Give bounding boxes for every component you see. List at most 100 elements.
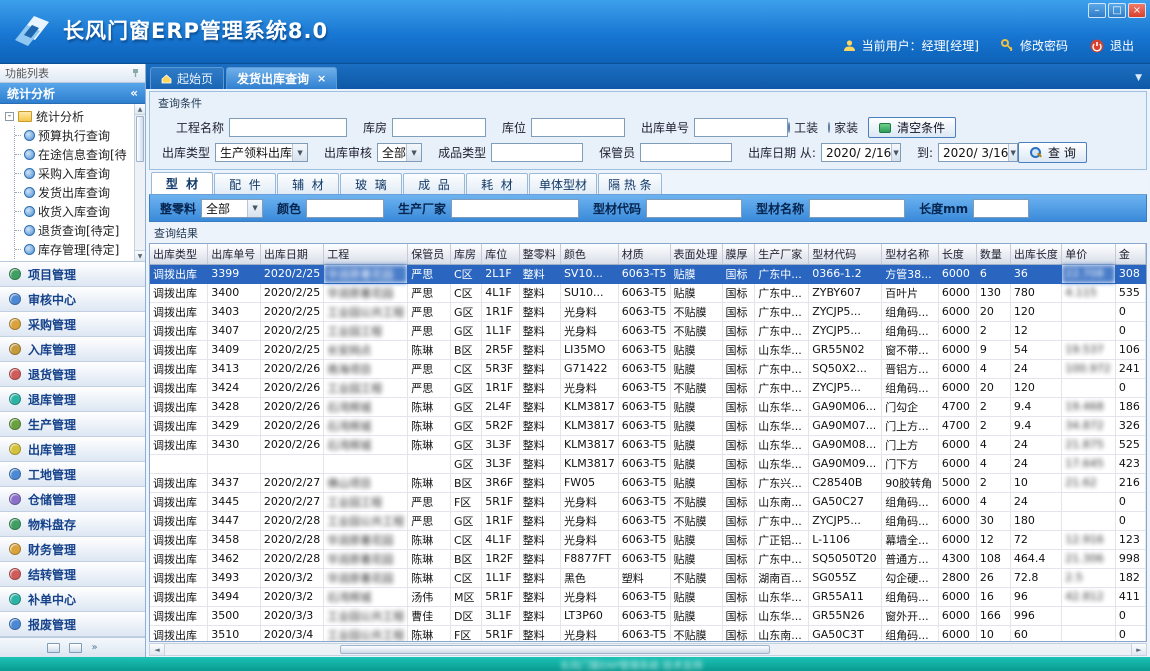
table-row[interactable]: 调拨出库34002020/2/25华润原著花园严思C区4L1F整料SU10...… xyxy=(150,283,1146,302)
sidebar-accordion-item[interactable]: 工地管理 xyxy=(0,462,145,487)
tree-item[interactable]: 预算执行查询 xyxy=(15,126,132,145)
table-row[interactable]: 调拨出库34032020/2/25工业园公共工程严思G区1R1F整料光身料606… xyxy=(150,302,1146,321)
warehouse-input[interactable] xyxy=(392,118,486,137)
tree-item[interactable]: 库存管理[待定] xyxy=(15,240,132,259)
location-input[interactable] xyxy=(531,118,625,137)
scroll-left-icon[interactable]: ◄ xyxy=(150,644,165,655)
expand-more-icon[interactable]: » xyxy=(91,642,97,653)
search-button[interactable]: 查 询 xyxy=(1018,142,1087,163)
table-row[interactable]: 调拨出库34472020/2/28工业园公共工程严思G区1R1F整料光身料606… xyxy=(150,511,1146,530)
table-row[interactable]: 调拨出库34292020/2/26石湾辉城陈琳G区5R2F整料KLM381760… xyxy=(150,416,1146,435)
scroll-down-icon[interactable]: ▼ xyxy=(135,250,145,261)
table-row[interactable]: 调拨出库34942020/3/2石湾辉城汤伟M区5R1F整料光身料6063-T5… xyxy=(150,587,1146,606)
out-type-select[interactable]: 生产领料出库 ▼ xyxy=(215,143,308,162)
monitor-icon[interactable] xyxy=(47,643,60,653)
tab-shipping-outbound-query[interactable]: 发货出库查询 × xyxy=(226,67,337,89)
radio-gongzhuang[interactable] xyxy=(788,122,790,133)
tree-item[interactable]: 在途信息查询[待 xyxy=(15,145,132,164)
sidebar-section-header[interactable]: 统计分析 « xyxy=(0,83,145,104)
profile-name-input[interactable] xyxy=(809,199,905,218)
column-header[interactable]: 保管员 xyxy=(408,244,451,264)
material-tab[interactable]: 配 件 xyxy=(214,173,276,194)
column-header[interactable]: 颜色 xyxy=(560,244,618,264)
column-header[interactable]: 数量 xyxy=(976,244,1010,264)
tab-close-icon[interactable]: × xyxy=(317,72,326,85)
sidebar-accordion-item[interactable]: 出库管理 xyxy=(0,437,145,462)
column-header[interactable]: 单价 xyxy=(1062,244,1116,264)
sidebar-accordion-item[interactable]: 采购管理 xyxy=(0,312,145,337)
minimize-button[interactable]: – xyxy=(1088,3,1106,18)
sidebar-accordion-item[interactable]: 物料盘存 xyxy=(0,512,145,537)
tree-item[interactable]: 收货入库查询 xyxy=(15,202,132,221)
tree-collapse-icon[interactable]: - xyxy=(5,112,14,121)
column-header[interactable]: 膜厚 xyxy=(722,244,755,264)
radio-jiazhuang[interactable] xyxy=(828,122,830,133)
column-header[interactable]: 库房 xyxy=(450,244,481,264)
tree-item[interactable]: 退货查询[待定] xyxy=(15,221,132,240)
table-row[interactable]: 调拨出库34582020/2/28华润原著花园陈琳C区4L1F整料光身料6063… xyxy=(150,530,1146,549)
scroll-right-icon[interactable]: ► xyxy=(1131,644,1146,655)
column-header[interactable]: 金 xyxy=(1115,244,1145,264)
pin-icon[interactable] xyxy=(131,68,140,78)
column-header[interactable]: 出库单号 xyxy=(208,244,261,264)
column-header[interactable]: 生产厂家 xyxy=(755,244,809,264)
column-header[interactable]: 型材代码 xyxy=(809,244,882,264)
table-row[interactable]: 调拨出库34452020/2/27工业园工程严思F区5R1F整料光身料6063-… xyxy=(150,492,1146,511)
order-no-input[interactable] xyxy=(694,118,788,137)
sidebar-accordion-item[interactable]: 报废管理 xyxy=(0,612,145,637)
horizontal-scrollbar[interactable]: ◄ ► xyxy=(149,643,1147,656)
close-button[interactable]: × xyxy=(1128,3,1146,18)
column-header[interactable]: 出库长度 xyxy=(1010,244,1061,264)
scroll-up-icon[interactable]: ▲ xyxy=(135,104,145,115)
table-row[interactable]: 调拨出库34282020/2/26石湾辉城陈琳G区2L4F整料KLM381760… xyxy=(150,397,1146,416)
clear-conditions-button[interactable]: 清空条件 xyxy=(868,117,956,138)
keeper-input[interactable] xyxy=(640,143,732,162)
table-row[interactable]: G区3L3F整料KLM38176063-T5贴膜国标山东华...GA90M09.… xyxy=(150,454,1146,473)
sidebar-accordion-item[interactable]: 补单中心 xyxy=(0,587,145,612)
maximize-button[interactable]: □ xyxy=(1108,3,1126,18)
sidebar-accordion-item[interactable]: 退库管理 xyxy=(0,387,145,412)
keyboard-icon[interactable] xyxy=(69,643,82,653)
tree-item[interactable]: 采购入库查询 xyxy=(15,164,132,183)
column-header[interactable]: 出库日期 xyxy=(260,244,323,264)
color-input[interactable] xyxy=(306,199,384,218)
project-name-input[interactable] xyxy=(229,118,347,137)
scrollbar-thumb[interactable] xyxy=(340,645,770,654)
table-row[interactable]: 调拨出库34072020/2/25工业园工程严思G区1L1F整料光身料6063-… xyxy=(150,321,1146,340)
sidebar-accordion-item[interactable]: 退货管理 xyxy=(0,362,145,387)
column-header[interactable]: 表面处理 xyxy=(670,244,722,264)
table-row[interactable]: 调拨出库34932020/3/2华润原著花园陈琳C区1L1F整料黑色塑料不贴膜国… xyxy=(150,568,1146,587)
date-to-picker[interactable]: 2020/ 3/16 ▼ xyxy=(938,143,1018,162)
profile-code-input[interactable] xyxy=(646,199,742,218)
column-header[interactable]: 长度 xyxy=(938,244,976,264)
tab-list-chevron-icon[interactable]: ▼ xyxy=(1135,73,1142,83)
whole-part-select[interactable]: 全部 ▼ xyxy=(201,199,263,218)
audit-select[interactable]: 全部 ▼ xyxy=(377,143,422,162)
table-row[interactable]: 调拨出库33992020/2/25华润原著花园严思C区2L1F整料SV10...… xyxy=(150,264,1146,283)
table-row[interactable]: 调拨出库34372020/2/27佛山项目陈琳B区3R6F整料FW056063-… xyxy=(150,473,1146,492)
maker-input[interactable] xyxy=(451,199,579,218)
material-tab[interactable]: 单体型材 xyxy=(529,173,597,194)
column-header[interactable]: 出库类型 xyxy=(150,244,208,264)
tab-home[interactable]: 起始页 xyxy=(150,67,224,89)
material-tab[interactable]: 玻 璃 xyxy=(340,173,402,194)
table-row[interactable]: 调拨出库34622020/2/28华润原著花园陈琳B区1R2F整料F8877FT… xyxy=(150,549,1146,568)
material-tab[interactable]: 耗 材 xyxy=(466,173,528,194)
sidebar-accordion-item[interactable]: 仓储管理 xyxy=(0,487,145,512)
column-header[interactable]: 型材名称 xyxy=(882,244,939,264)
table-row[interactable]: 调拨出库34242020/2/26工业园工程严思G区1R1F整料光身料6063-… xyxy=(150,378,1146,397)
table-row[interactable]: 调拨出库34132020/2/26南海项目严思C区5R3F整料G71422606… xyxy=(150,359,1146,378)
sidebar-accordion-item[interactable]: 审核中心 xyxy=(0,287,145,312)
material-tab[interactable]: 成 品 xyxy=(403,173,465,194)
table-row[interactable]: 调拨出库34092020/2/25长安网点陈琳B区2R5F整料LI35MO606… xyxy=(150,340,1146,359)
sidebar-accordion-item[interactable]: 项目管理 xyxy=(0,262,145,287)
scrollbar-thumb[interactable] xyxy=(136,116,144,162)
collapse-icon[interactable]: « xyxy=(130,86,138,100)
logout-link[interactable]: 退出 xyxy=(1110,37,1134,54)
material-tab[interactable]: 隔 热 条 xyxy=(598,173,662,194)
date-from-picker[interactable]: 2020/ 2/16 ▼ xyxy=(821,143,901,162)
column-header[interactable]: 材质 xyxy=(618,244,670,264)
table-row[interactable]: 调拨出库35002020/3/3工业园公共工程曹佳D区3L1F整料LT3P606… xyxy=(150,606,1146,625)
material-tab[interactable]: 型 材 xyxy=(151,172,213,194)
material-tab[interactable]: 辅 材 xyxy=(277,173,339,194)
